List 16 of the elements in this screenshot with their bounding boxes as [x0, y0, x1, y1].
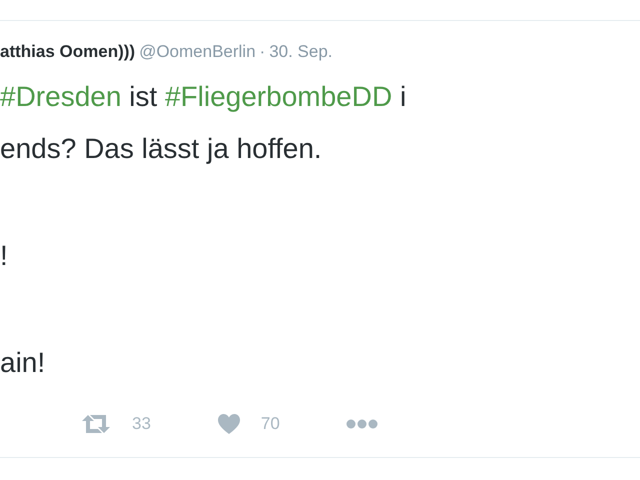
tweet-date[interactable]: 30. Sep. [269, 42, 333, 62]
retweet-button[interactable]: 33 [80, 413, 151, 435]
hashtag-link[interactable]: #Dresden [0, 81, 122, 112]
tweet-text: ain! [0, 346, 46, 380]
heart-icon [216, 413, 241, 435]
tweet-text: #Dresden ist #FliegerbombeDD i [0, 80, 408, 114]
author-name[interactable]: atthias Oomen))) [0, 42, 136, 62]
like-button[interactable]: 70 [216, 413, 280, 435]
tweet-text: ends? Das lässt ja hoffen. [0, 132, 323, 166]
hashtag-link[interactable]: #FliegerbombeDD [164, 81, 392, 112]
tweet-text: ! [0, 239, 9, 273]
retweet-icon [80, 413, 112, 435]
more-icon [346, 419, 378, 429]
separator-dot: · [260, 42, 266, 62]
author-handle[interactable]: @OomenBerlin [139, 42, 256, 62]
more-button[interactable] [346, 419, 378, 429]
